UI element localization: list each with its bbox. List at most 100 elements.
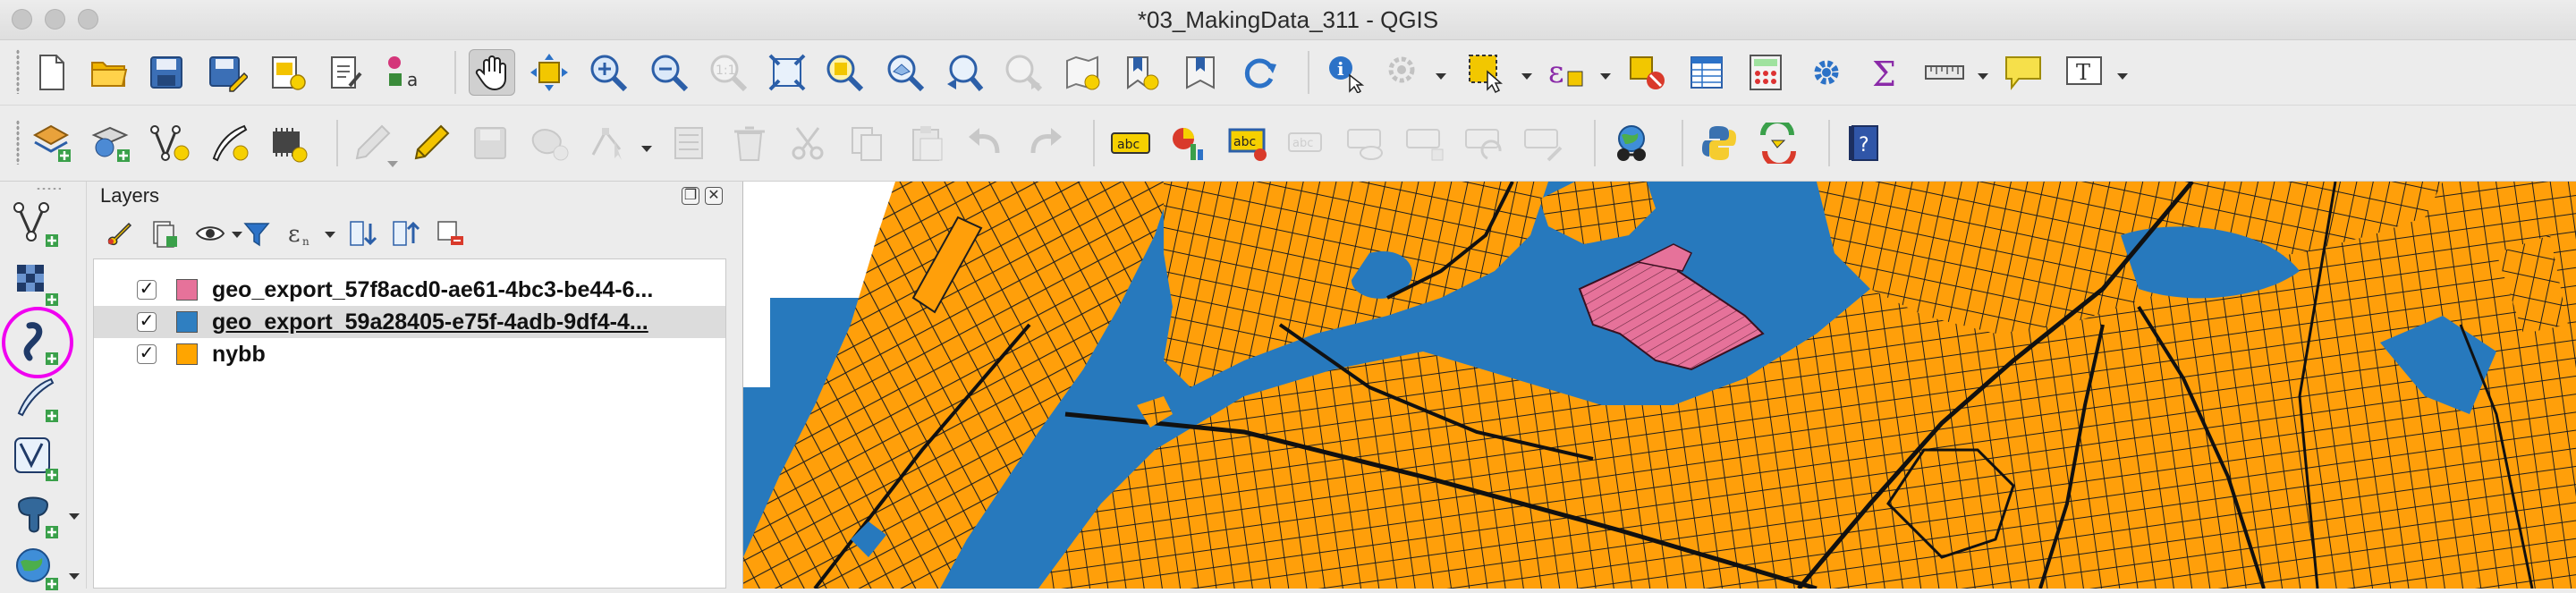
highlight-labels-icon[interactable]: abc	[1227, 122, 1270, 165]
help-icon[interactable]: ?	[1844, 122, 1887, 165]
cut-features-icon[interactable]	[787, 122, 830, 165]
chevron-down-icon[interactable]	[1435, 70, 1447, 80]
crs-tool-icon[interactable]	[1610, 122, 1653, 165]
layer-row[interactable]: ✓ geo_export_59a28405-e75f-4adb-9df4-4..…	[94, 306, 725, 338]
new-project-icon[interactable]	[30, 51, 73, 94]
chevron-down-icon[interactable]	[2116, 70, 2129, 80]
chevron-down-icon[interactable]	[1977, 70, 1989, 80]
change-label-icon[interactable]	[1522, 122, 1565, 165]
close-panel-button[interactable]: ✕	[705, 187, 723, 205]
deselect-icon[interactable]	[1626, 51, 1669, 94]
add-group-icon[interactable]	[147, 216, 181, 251]
new-postgis-layer-icon[interactable]	[9, 491, 63, 541]
float-panel-button[interactable]: ❐	[682, 187, 699, 205]
statistics-icon[interactable]: Σ	[1864, 51, 1907, 94]
edit-pencil-icon[interactable]	[410, 122, 453, 165]
show-bookmarks-icon[interactable]	[1179, 51, 1222, 94]
delete-selected-icon[interactable]	[728, 122, 771, 165]
modify-attributes-icon[interactable]	[669, 122, 712, 165]
pin-labels-icon[interactable]: abc	[1286, 122, 1329, 165]
map-canvas[interactable]	[742, 182, 2576, 589]
data-source-manager-icon[interactable]	[89, 122, 132, 165]
new-raster-layer-icon[interactable]	[9, 258, 63, 309]
new-shapefile-layer-icon[interactable]	[9, 199, 63, 250]
chevron-down-icon[interactable]	[1599, 70, 1612, 80]
add-layer-icon[interactable]	[30, 122, 73, 165]
text-annotation-icon[interactable]: T	[2063, 51, 2106, 94]
pan-map-icon[interactable]	[469, 49, 515, 96]
label-icon[interactable]: abc	[1109, 122, 1152, 165]
python-console-icon[interactable]	[1698, 122, 1741, 165]
zoom-full-icon[interactable]	[766, 51, 809, 94]
new-shapefile-icon[interactable]	[148, 122, 191, 165]
field-calculator-icon[interactable]	[1744, 51, 1787, 94]
expand-all-icon[interactable]	[345, 216, 379, 251]
add-feature-icon[interactable]	[528, 122, 571, 165]
chevron-down-icon[interactable]	[68, 510, 80, 520]
layer-row[interactable]: ✓ nybb	[94, 338, 725, 370]
open-project-icon[interactable]	[88, 51, 131, 94]
style-brush-icon[interactable]	[102, 216, 136, 251]
measure-icon[interactable]	[1923, 51, 1966, 94]
show-hide-labels-icon[interactable]	[1345, 122, 1388, 165]
chevron-down-icon[interactable]	[68, 570, 80, 580]
copy-features-icon[interactable]	[846, 122, 889, 165]
save-as-icon[interactable]	[206, 51, 249, 94]
chevron-down-icon[interactable]	[324, 228, 336, 238]
new-print-layout-icon[interactable]	[265, 51, 308, 94]
new-virtual-layer-icon[interactable]	[9, 434, 63, 484]
remove-layer-icon[interactable]	[433, 216, 467, 251]
toolbar-handle[interactable]	[16, 120, 20, 165]
vertex-tool-icon[interactable]	[587, 122, 630, 165]
zoom-in-icon[interactable]	[587, 51, 630, 94]
digitize-icon[interactable]	[208, 122, 250, 165]
layer-visibility-checkbox[interactable]: ✓	[137, 280, 157, 300]
filter-expression-icon[interactable]: εn	[284, 216, 318, 251]
chevron-down-icon[interactable]	[1521, 70, 1533, 80]
chevron-down-icon[interactable]	[640, 142, 653, 152]
new-bookmark-icon[interactable]	[1120, 51, 1163, 94]
layer-row[interactable]: ✓ geo_export_57f8acd0-ae61-4bc3-be44-6..…	[94, 274, 725, 306]
style-manager-icon[interactable]: a	[383, 51, 426, 94]
map-tips-icon[interactable]	[2002, 51, 2045, 94]
zoom-native-icon[interactable]: 1:1	[707, 51, 750, 94]
save-edits-icon[interactable]	[469, 122, 512, 165]
diagram-icon[interactable]	[1168, 122, 1211, 165]
pan-to-selection-icon[interactable]	[528, 51, 571, 94]
redo-icon[interactable]	[1023, 122, 1066, 165]
layer-color-swatch	[176, 279, 198, 301]
action-icon[interactable]	[1383, 51, 1426, 94]
refresh-icon[interactable]	[1238, 51, 1281, 94]
chevron-down-icon[interactable]	[386, 157, 399, 167]
save-project-icon[interactable]	[145, 51, 188, 94]
window-titlebar: *03_MakingData_311 - QGIS	[0, 0, 2576, 40]
zoom-last-icon[interactable]	[943, 51, 986, 94]
processing-toolbox-icon[interactable]	[1805, 51, 1848, 94]
paste-features-icon[interactable]	[905, 122, 948, 165]
layer-visibility-checkbox[interactable]: ✓	[137, 312, 157, 332]
new-web-layer-icon[interactable]	[9, 543, 63, 593]
plugin-icon[interactable]	[267, 122, 309, 165]
select-features-icon[interactable]	[1465, 51, 1508, 94]
undo-icon[interactable]	[964, 122, 1007, 165]
zoom-to-selection-icon[interactable]	[823, 51, 866, 94]
new-map-view-icon[interactable]	[1061, 51, 1104, 94]
layer-visibility-checkbox[interactable]: ✓	[137, 344, 157, 364]
filter-icon[interactable]	[240, 216, 274, 251]
zoom-next-icon[interactable]	[1002, 51, 1045, 94]
zoom-to-layer-icon[interactable]	[884, 51, 927, 94]
collapse-all-icon[interactable]	[388, 216, 422, 251]
main-toolbar: a 1:1 i ε Σ T	[0, 40, 2576, 106]
layout-manager-icon[interactable]	[324, 51, 367, 94]
rotate-label-icon[interactable]	[1463, 122, 1506, 165]
new-spatialite-layer-icon[interactable]	[9, 375, 63, 425]
identify-icon[interactable]: i	[1324, 51, 1367, 94]
zoom-out-icon[interactable]	[648, 51, 691, 94]
move-label-icon[interactable]	[1404, 122, 1447, 165]
plugin-reloader-icon[interactable]	[1757, 122, 1800, 165]
toolbar-handle[interactable]	[36, 187, 61, 191]
attribute-table-icon[interactable]	[1685, 51, 1728, 94]
toolbar-handle[interactable]	[16, 49, 20, 94]
eye-icon[interactable]	[193, 216, 227, 251]
select-by-expression-icon[interactable]: ε	[1546, 51, 1589, 94]
